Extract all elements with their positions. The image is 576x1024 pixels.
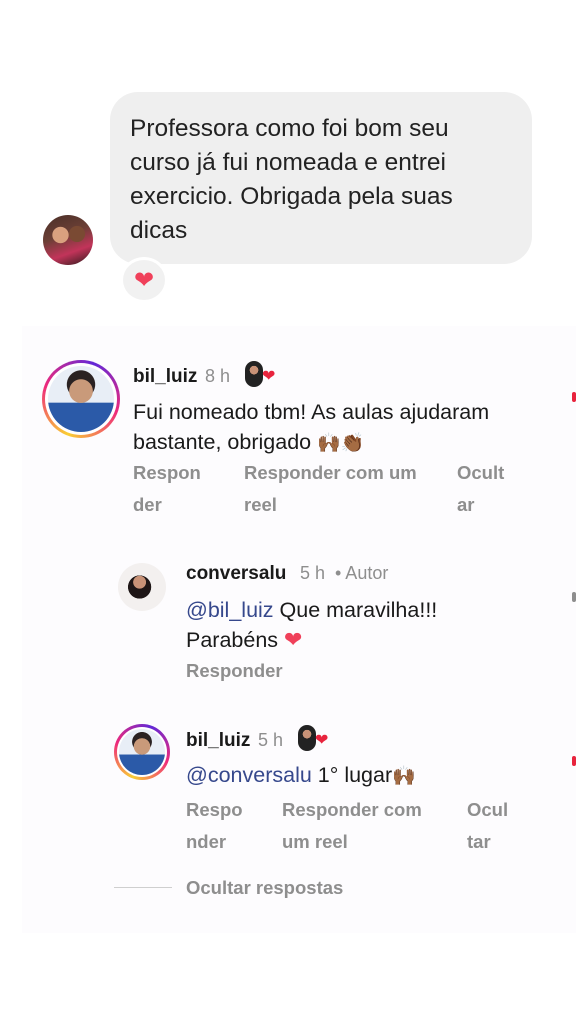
reply-button[interactable]: Responder: [186, 655, 283, 687]
author-tag: • Autor: [335, 563, 389, 583]
mention-link[interactable]: @bil_luiz: [186, 598, 274, 622]
reply-text: @bil_luiz Que maravilha!!! Parabéns ❤: [186, 598, 438, 652]
edge-indicator: [572, 592, 576, 602]
reply-button[interactable]: Respo nder: [186, 794, 243, 858]
heart-reaction-icon[interactable]: ❤: [120, 257, 168, 303]
reply-time: 5 h: [258, 730, 284, 750]
author-heart-icon: ❤: [262, 368, 276, 385]
comment-username[interactable]: bil_luiz: [133, 366, 197, 388]
reply-button[interactable]: Respon der: [133, 457, 201, 521]
author-like-avatar-icon: [298, 725, 316, 751]
author-like-avatar-icon: [245, 361, 263, 387]
comment-text: Fui nomeado tbm! As aulas ajudaram basta…: [133, 400, 490, 454]
edge-indicator: [572, 392, 576, 402]
hands-emoji-icon: 🙌🏾👏🏾: [317, 433, 365, 454]
hide-button[interactable]: Ocult ar: [457, 457, 504, 521]
author-heart-icon: ❤: [315, 732, 329, 749]
reply-username[interactable]: bil_luiz: [186, 730, 250, 752]
reply-avatar[interactable]: [118, 563, 166, 611]
comment-time: 8 h: [205, 366, 231, 386]
hide-replies-button[interactable]: Ocultar respostas: [186, 872, 343, 904]
hands-emoji-icon: 🙌🏾: [392, 766, 416, 787]
hide-button[interactable]: Ocul tar: [467, 794, 508, 858]
heart-emoji-icon: ❤: [284, 627, 303, 652]
replies-divider: [114, 887, 172, 888]
comment-avatar[interactable]: [42, 360, 120, 438]
edge-indicator: [572, 756, 576, 766]
message-text: Professora como foi bom seu curso já fui…: [130, 115, 453, 244]
reply-with-reel-button[interactable]: Responder com um reel: [244, 457, 417, 521]
reply-avatar[interactable]: [114, 724, 170, 780]
message-bubble[interactable]: Professora como foi bom seu curso já fui…: [110, 92, 532, 264]
reply-text: @conversalu 1° lugar🙌🏾: [186, 763, 416, 787]
sender-avatar[interactable]: [43, 215, 93, 265]
reply-with-reel-button[interactable]: Responder com um reel: [282, 794, 422, 858]
reply-username[interactable]: conversalu: [186, 563, 286, 585]
reply-time: 5 h: [300, 563, 326, 583]
mention-link[interactable]: @conversalu: [186, 763, 312, 787]
